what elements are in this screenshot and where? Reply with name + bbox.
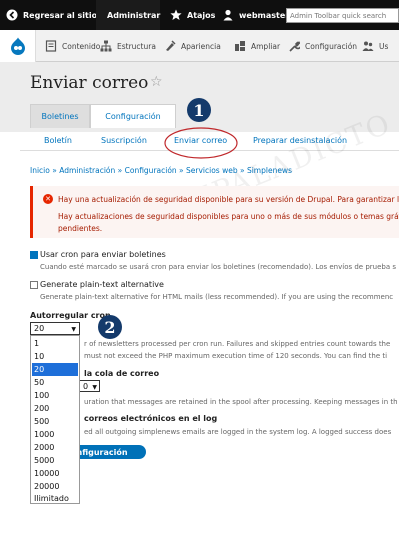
annotation-badge-2: 2	[98, 315, 122, 339]
tray-item-label: Configuración	[305, 41, 358, 51]
tray-item-extend[interactable]: Ampliar	[234, 30, 280, 62]
tray-item-label: Ampliar	[251, 41, 281, 51]
dropdown-option[interactable]: 100	[32, 389, 78, 402]
tray-item-appearance[interactable]: Apariencia	[164, 30, 221, 62]
tray-item-structure[interactable]: Estructura	[100, 30, 156, 62]
throttle-select[interactable]: 20 ▼	[30, 322, 80, 335]
tray-item-content[interactable]: Contenido	[45, 30, 100, 62]
tray-item-configuration[interactable]: Configuración	[288, 30, 357, 62]
drupal-home-link[interactable]	[0, 30, 36, 62]
red-circle-annotation	[164, 127, 238, 159]
spool-select[interactable]: 0 ▼	[80, 380, 100, 392]
throttle-label: Autorregular cron	[30, 311, 111, 320]
back-arrow-icon	[6, 9, 18, 21]
log-description: ed all outgoing simplenews emails are lo…	[84, 428, 392, 436]
page-title: Enviar correo	[30, 73, 149, 93]
throttle-description: r of newsletters processed per cron run.…	[84, 340, 391, 348]
dropdown-option[interactable]: Ilimitado	[32, 492, 78, 505]
throttle-dropdown-list: 1 10 20 50 100 200 500 1000 2000 5000 10…	[30, 335, 80, 504]
subtab-preparar-desinstalacion[interactable]: Preparar desinstalación	[253, 136, 347, 150]
dropdown-option[interactable]: 50	[32, 376, 78, 389]
caret-down-icon: ▼	[92, 384, 97, 391]
admin-tray: Contenido Estructura Apariencia Ampliar …	[0, 30, 399, 62]
shortcuts-label: Atajos	[187, 10, 216, 20]
subtab-boletin[interactable]: Boletín	[44, 136, 72, 150]
tab-boletines[interactable]: Boletines	[30, 104, 90, 128]
alert-line: pendientes.	[58, 224, 103, 233]
user-icon	[223, 9, 233, 21]
admin-search-input[interactable]: Admin Toolbar quick search	[286, 8, 399, 23]
use-cron-description: Cuando esté marcado se usará cron para e…	[40, 263, 397, 271]
security-alert: ✕ Hay una actualización de seguridad dis…	[30, 186, 399, 238]
dropdown-option[interactable]: 10000	[32, 467, 78, 480]
dropdown-option[interactable]: 500	[32, 415, 78, 428]
dropdown-option[interactable]: 2000	[32, 441, 78, 454]
admin-toolbar: Regresar al sitio Administrar Atajos web…	[0, 0, 399, 30]
plain-text-checkbox[interactable]	[30, 281, 38, 289]
wrench-icon	[289, 41, 300, 52]
throttle-description: must not exceed the PHP maximum executio…	[84, 352, 388, 360]
tray-item-label: Us	[379, 41, 389, 51]
throttle-value: 20	[34, 324, 45, 333]
use-cron-label: Usar cron para enviar boletines	[40, 250, 166, 259]
user-tab[interactable]: webmaster	[222, 0, 289, 30]
manage-tab[interactable]: Administrar	[96, 0, 160, 30]
tray-item-label: Contenido	[62, 41, 101, 51]
shortcut-star-icon[interactable]: ☆	[150, 74, 163, 90]
plain-text-description: Generate plain-text alternative for HTML…	[40, 293, 394, 301]
back-to-site-label: Regresar al sitio	[23, 10, 98, 20]
manage-label: Administrar	[107, 10, 161, 20]
content-icon	[45, 40, 57, 52]
dropdown-option[interactable]: 200	[32, 402, 78, 415]
extend-icon	[235, 41, 245, 51]
subtab-suscripcion[interactable]: Suscripción	[101, 136, 147, 150]
spool-description: uration that messages are retained in th…	[84, 398, 398, 406]
dropdown-option[interactable]: 5000	[32, 454, 78, 467]
use-cron-checkbox[interactable]	[30, 251, 38, 259]
caret-down-icon: ▼	[71, 326, 76, 333]
appearance-icon	[166, 40, 176, 51]
drupal-drop-icon	[10, 37, 25, 55]
dropdown-option[interactable]: 1	[32, 337, 78, 350]
people-icon	[362, 41, 374, 51]
plain-text-label: Generate plain-text alternative	[40, 280, 164, 289]
alert-line: Hay actualizaciones de seguridad disponi…	[58, 212, 399, 221]
tray-item-people[interactable]: Us	[362, 30, 388, 62]
error-icon: ✕	[43, 194, 53, 204]
back-to-site-link[interactable]: Regresar al sitio	[6, 0, 97, 30]
shortcuts-tab[interactable]: Atajos	[170, 0, 215, 30]
dropdown-option[interactable]: 1000	[32, 428, 78, 441]
spool-value: 0	[83, 382, 89, 391]
tray-item-label: Estructura	[117, 41, 156, 51]
dropdown-option[interactable]: 10	[32, 350, 78, 363]
tray-item-label: Apariencia	[181, 41, 221, 51]
dropdown-option-selected[interactable]: 20	[32, 363, 78, 376]
log-label: correos electrónicos en el log	[84, 414, 218, 423]
alert-line: Hay una actualización de seguridad dispo…	[58, 195, 399, 204]
structure-icon	[100, 40, 112, 52]
spool-label: la cola de correo	[84, 369, 160, 378]
star-icon	[170, 9, 182, 20]
breadcrumb: Inicio » Administración » Configuración …	[30, 166, 292, 175]
user-label: webmaster	[239, 10, 290, 20]
annotation-badge-1: 1	[187, 98, 211, 122]
